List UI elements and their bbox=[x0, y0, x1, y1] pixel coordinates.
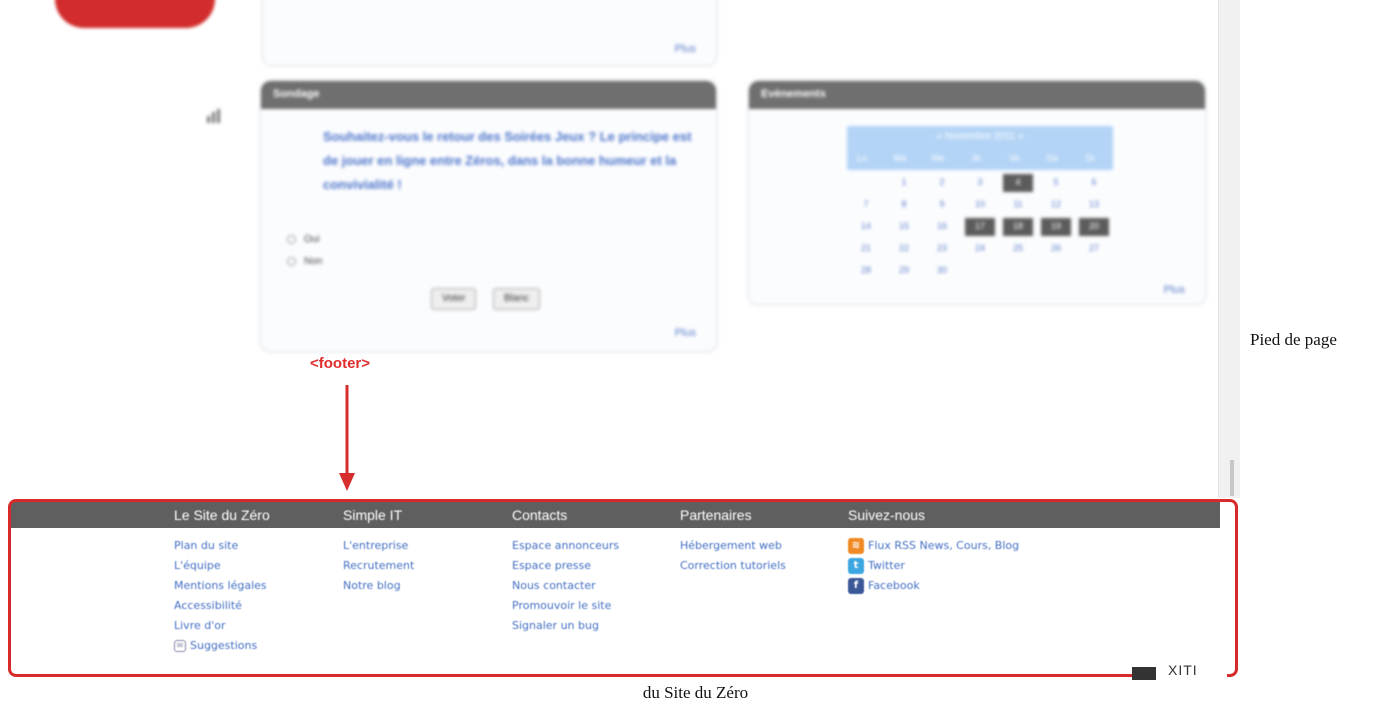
calendar-weekday: Lu bbox=[856, 153, 867, 163]
calendar-day[interactable]: 25 bbox=[1003, 240, 1033, 258]
calendar-day[interactable]: 2 bbox=[927, 174, 957, 192]
calendar-day[interactable]: 17 bbox=[965, 218, 995, 236]
calendar-day[interactable]: 4 bbox=[1003, 174, 1033, 192]
calendar-day[interactable]: 1 bbox=[889, 174, 919, 192]
radio-icon[interactable] bbox=[287, 234, 296, 244]
calendar-day[interactable]: 10 bbox=[965, 196, 995, 214]
poll-option-oui[interactable]: Oui bbox=[287, 234, 320, 245]
scrollbar-thumb[interactable] bbox=[1230, 460, 1234, 496]
caption-right: Pied de page bbox=[1250, 330, 1337, 349]
calendar-day[interactable]: 27 bbox=[1079, 240, 1109, 258]
calendar-day[interactable]: 12 bbox=[1041, 196, 1071, 214]
calendar-day[interactable]: 22 bbox=[889, 240, 919, 258]
xiti-icon bbox=[1132, 667, 1156, 680]
calendar-day[interactable]: 20 bbox=[1079, 218, 1109, 236]
vote-button[interactable]: Voter bbox=[431, 288, 477, 310]
footer-highlight-frame bbox=[8, 499, 1238, 677]
events-box: Evènements « Novembre 2011 » Lu Ma Me Je Ve S… bbox=[748, 80, 1206, 305]
caption-bottom: du Site du Zéro bbox=[642, 683, 749, 702]
screenshot: Plus Sondage Souhaitez-vous le retour de… bbox=[0, 0, 1240, 680]
calendar-day[interactable]: 11 bbox=[1003, 196, 1033, 214]
scrollbar[interactable] bbox=[1218, 0, 1240, 498]
annotation-arrow-icon bbox=[339, 385, 355, 491]
calendar-day[interactable]: 6 bbox=[1079, 174, 1109, 192]
events-title: Evènements bbox=[749, 81, 1205, 109]
calendar: « Novembre 2011 » Lu Ma Me Je Ve Sa Di 1234567… bbox=[847, 126, 1113, 286]
poll-chart-icon bbox=[207, 109, 220, 123]
poll-box: Sondage Souhaitez-vous le retour des Soi… bbox=[260, 80, 717, 352]
calendar-day[interactable]: 8 bbox=[889, 196, 919, 214]
calendar-day[interactable]: 19 bbox=[1041, 218, 1071, 236]
xiti-badge[interactable]: XITI bbox=[1132, 660, 1227, 680]
calendar-month[interactable]: « Novembre 2011 » bbox=[847, 126, 1113, 148]
calendar-weekday: Di bbox=[1085, 153, 1095, 163]
calendar-day[interactable]: 18 bbox=[1003, 218, 1033, 236]
poll-more-link[interactable]: Plus bbox=[675, 327, 696, 339]
calendar-day[interactable]: 7 bbox=[851, 196, 881, 214]
poll-option-non[interactable]: Non bbox=[287, 256, 322, 267]
calendar-weekdays: Lu Ma Me Je Ve Sa Di bbox=[847, 148, 1113, 170]
calendar-weekday: Ve bbox=[1008, 153, 1020, 163]
calendar-weekday: Ma bbox=[893, 153, 907, 163]
top-box: Plus bbox=[262, 0, 717, 66]
calendar-day[interactable]: 3 bbox=[965, 174, 995, 192]
xiti-label: XITI bbox=[1168, 662, 1198, 678]
calendar-day[interactable]: 5 bbox=[1041, 174, 1071, 192]
calendar-day[interactable]: 16 bbox=[927, 218, 957, 236]
calendar-day[interactable]: 9 bbox=[927, 196, 957, 214]
events-more-link[interactable]: Plus bbox=[1164, 284, 1185, 296]
calendar-day[interactable]: 28 bbox=[851, 262, 881, 280]
calendar-day[interactable]: 15 bbox=[889, 218, 919, 236]
calendar-weekday: Me bbox=[931, 153, 945, 163]
calendar-weekday: Je bbox=[971, 153, 981, 163]
radio-icon[interactable] bbox=[287, 256, 296, 266]
logo-fragment bbox=[55, 0, 215, 28]
calendar-day[interactable]: 21 bbox=[851, 240, 881, 258]
calendar-day[interactable]: 23 bbox=[927, 240, 957, 258]
calendar-day[interactable]: 24 bbox=[965, 240, 995, 258]
calendar-day[interactable]: 13 bbox=[1079, 196, 1109, 214]
calendar-day[interactable]: 26 bbox=[1041, 240, 1071, 258]
calendar-day[interactable]: 29 bbox=[889, 262, 919, 280]
footer-annotation-label: <footer> bbox=[310, 355, 371, 372]
calendar-day[interactable]: 30 bbox=[927, 262, 957, 280]
poll-title: Sondage bbox=[261, 81, 716, 109]
poll-question: Souhaitez-vous le retour des Soirées Jeu… bbox=[323, 129, 692, 192]
calendar-weekday: Sa bbox=[1046, 153, 1058, 163]
blank-vote-button[interactable]: Blanc bbox=[493, 288, 541, 310]
calendar-day[interactable]: 14 bbox=[851, 218, 881, 236]
top-box-more-link[interactable]: Plus bbox=[675, 43, 696, 55]
